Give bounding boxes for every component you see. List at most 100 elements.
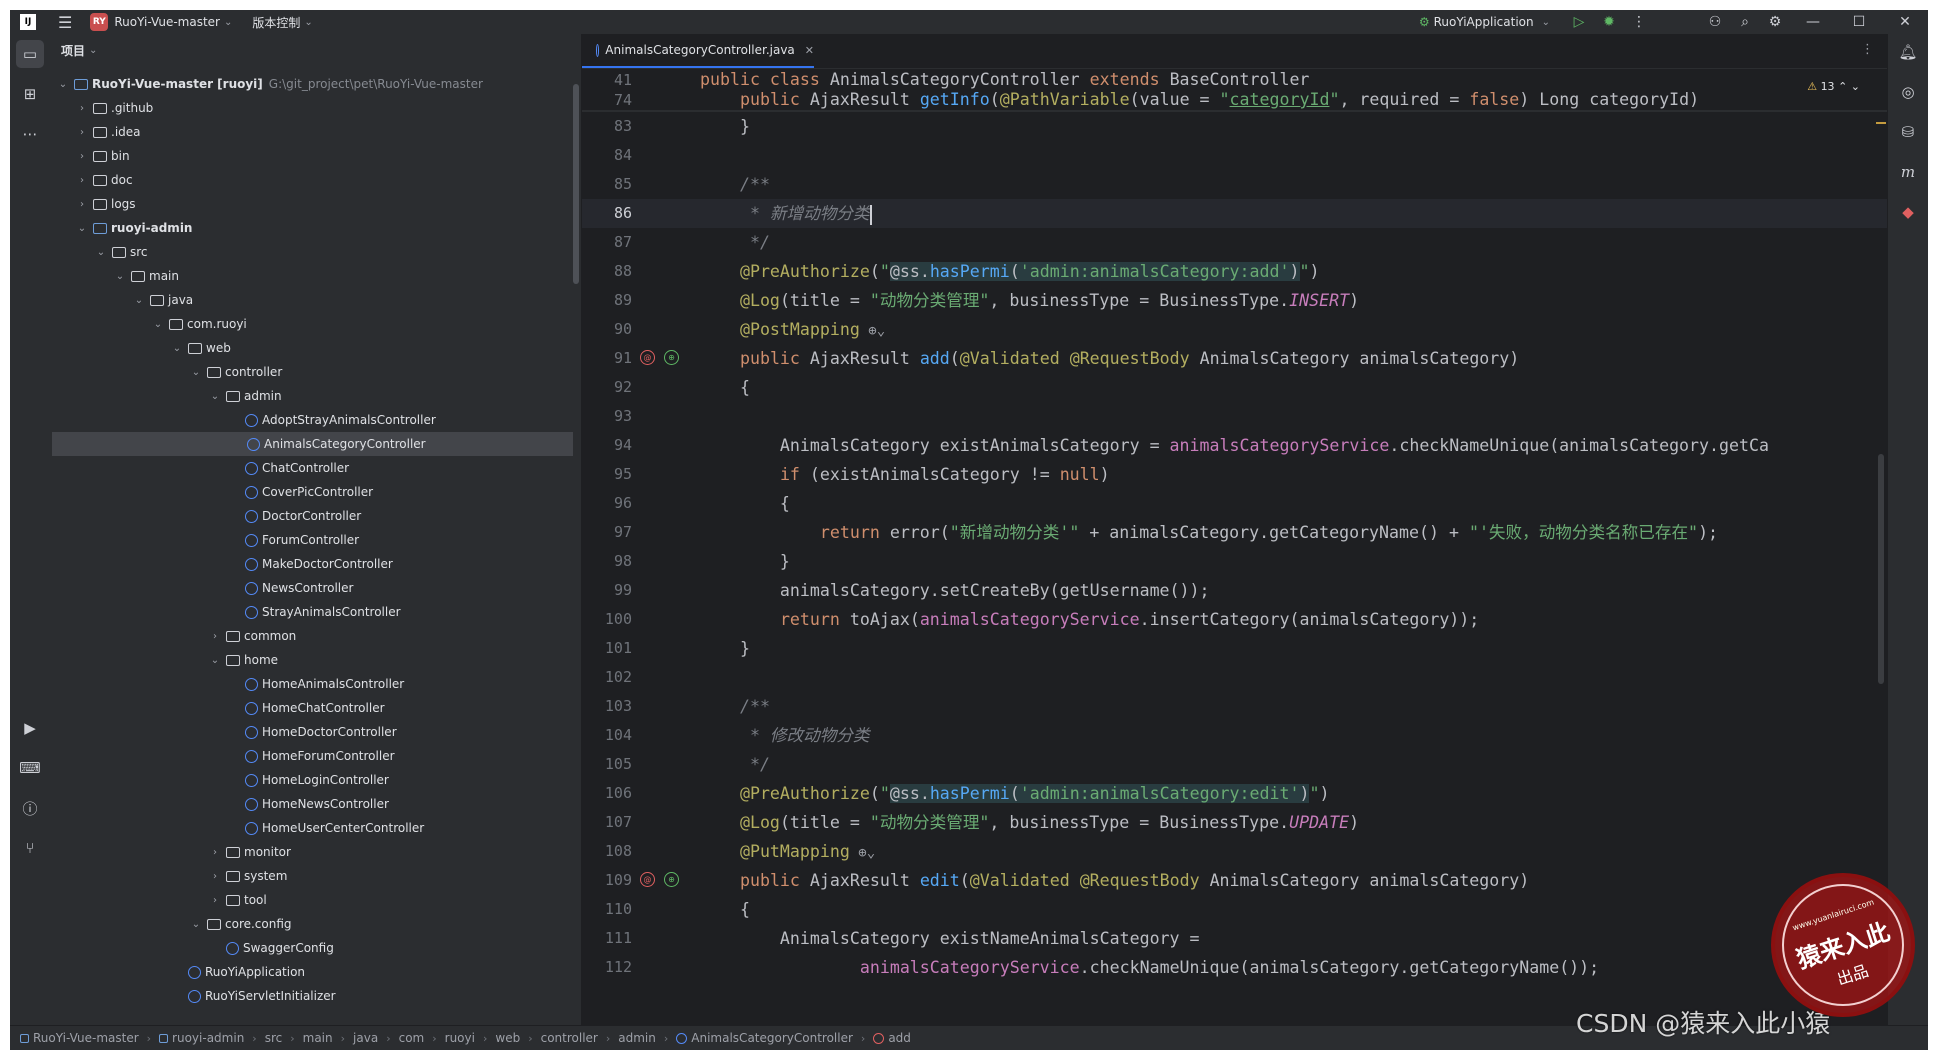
tree-folder-logs[interactable]: › logs: [50, 192, 573, 216]
line-number[interactable]: 87: [582, 228, 632, 257]
line-number[interactable]: 90: [582, 315, 632, 344]
tree-folder-system[interactable]: › system: [50, 864, 573, 888]
line-number[interactable]: 83: [582, 112, 632, 141]
chevron-right-icon[interactable]: ›: [75, 127, 89, 138]
breadcrumb-item[interactable]: ruoyi-admin: [159, 1031, 244, 1045]
chevron-right-icon[interactable]: ›: [75, 103, 89, 114]
code-line[interactable]: 100 return toAjax(animalsCategoryService…: [582, 605, 1888, 634]
line-number[interactable]: 102: [582, 663, 632, 692]
tree-file-adoptstrayanimalscontroller[interactable]: AdoptStrayAnimalsController: [50, 408, 573, 432]
method-mapping-icon[interactable]: @: [640, 350, 655, 365]
code-line[interactable]: 84: [582, 141, 1888, 170]
git-icon[interactable]: ⑂: [16, 834, 44, 862]
chevron-right-icon[interactable]: ›: [75, 175, 89, 186]
settings-icon[interactable]: ⚙: [1760, 14, 1790, 30]
tab-options-icon[interactable]: ⋮: [1861, 42, 1874, 57]
tree-file-homeanimalscontroller[interactable]: HomeAnimalsController: [50, 672, 573, 696]
chevron-down-icon[interactable]: ⌄: [75, 223, 89, 234]
code-line[interactable]: 91 @ ⊕ public AjaxResult add(@Validated @R…: [582, 344, 1888, 373]
terminal-icon[interactable]: ⌨: [16, 754, 44, 782]
line-number[interactable]: 107: [582, 808, 632, 837]
code-line[interactable]: 105 */: [582, 750, 1888, 779]
tree-folder-controller[interactable]: ⌄ controller: [50, 360, 573, 384]
code-line[interactable]: 107 @Log(title = "动物分类管理", businessType …: [582, 808, 1888, 837]
code-line[interactable]: 94 AnimalsCategory existAnimalsCategory …: [582, 431, 1888, 460]
line-number[interactable]: 89: [582, 286, 632, 315]
tree-file-ruoyiservletinitializer[interactable]: RuoYiServletInitializer: [50, 984, 573, 1008]
chevron-down-icon[interactable]: ⌄: [170, 343, 184, 354]
line-number[interactable]: 111: [582, 924, 632, 953]
code-line[interactable]: 89 @Log(title = "动物分类管理", businessType =…: [582, 286, 1888, 315]
line-number[interactable]: 106: [582, 779, 632, 808]
line-number[interactable]: 101: [582, 634, 632, 663]
tree-file-homechatcontroller[interactable]: HomeChatController: [50, 696, 573, 720]
code-line[interactable]: 99 animalsCategory.setCreateBy(getUserna…: [582, 576, 1888, 605]
breadcrumb-item[interactable]: add: [873, 1031, 911, 1045]
line-number[interactable]: 100: [582, 605, 632, 634]
minimize-icon[interactable]: —: [1790, 14, 1836, 30]
line-number[interactable]: 112: [582, 953, 632, 982]
code-line[interactable]: 109 @ ⊕ public AjaxResult edit(@Validated …: [582, 866, 1888, 895]
line-number[interactable]: 110: [582, 895, 632, 924]
tree-file-newscontroller[interactable]: NewsController: [50, 576, 573, 600]
code-line[interactable]: 87 */: [582, 228, 1888, 257]
code-line[interactable]: 92 {: [582, 373, 1888, 402]
debug-icon[interactable]: ✹: [1594, 14, 1624, 30]
code-line[interactable]: 96 {: [582, 489, 1888, 518]
code-line[interactable]: 106 @PreAuthorize("@ss.hasPermi('admin:a…: [582, 779, 1888, 808]
line-number[interactable]: 109: [582, 866, 632, 895]
globe-endpoint-icon[interactable]: ⊕⌄: [860, 323, 885, 339]
line-number[interactable]: 96: [582, 489, 632, 518]
line-number[interactable]: 88: [582, 257, 632, 286]
code-line[interactable]: 108 @PutMapping ⊕⌄: [582, 837, 1888, 866]
project-folder-icon[interactable]: ▭: [16, 40, 44, 68]
tree-folder-home[interactable]: ⌄ home: [50, 648, 573, 672]
tree-folder-src[interactable]: ⌄ src: [50, 240, 573, 264]
tree-folder-web[interactable]: ⌄ web: [50, 336, 573, 360]
tree-file-ruoyiapplication[interactable]: RuoYiApplication: [50, 960, 573, 984]
code-line[interactable]: 90 @PostMapping ⊕⌄: [582, 315, 1888, 344]
line-number[interactable]: 99: [582, 576, 632, 605]
services-icon[interactable]: ▶: [16, 714, 44, 742]
chevron-right-icon[interactable]: ›: [208, 895, 222, 906]
breadcrumb-item[interactable]: java: [353, 1031, 378, 1045]
breadcrumb-item[interactable]: src: [265, 1031, 283, 1045]
tree-file-homeforumcontroller[interactable]: HomeForumController: [50, 744, 573, 768]
code-line[interactable]: 97 return error("新增动物分类'" + animalsCateg…: [582, 518, 1888, 547]
structure-icon[interactable]: ⊞: [16, 80, 44, 108]
main-menu-icon[interactable]: ☰: [58, 13, 72, 32]
tree-folder-ruoyi-admin[interactable]: ⌄ ruoyi-admin: [50, 216, 573, 240]
code-line[interactable]: 98 }: [582, 547, 1888, 576]
chevron-right-icon[interactable]: ›: [208, 847, 222, 858]
code-line[interactable]: 86 * 新增动物分类: [582, 199, 1888, 228]
endpoint-globe-icon[interactable]: ⊕: [664, 872, 679, 887]
close-icon[interactable]: ✕: [1882, 14, 1928, 30]
tree-file-swaggerconfig[interactable]: SwaggerConfig: [50, 936, 573, 960]
code-line[interactable]: 110 {: [582, 895, 1888, 924]
code-line[interactable]: 41 public class AnimalsCategoryController…: [582, 70, 1888, 90]
notifications-icon[interactable]: 🔔︎: [1896, 40, 1920, 64]
chevron-down-icon[interactable]: ⌄: [132, 295, 146, 306]
chevron-down-icon[interactable]: ⌄: [208, 391, 222, 402]
plugin-icon[interactable]: ◆: [1896, 200, 1920, 224]
editor-scrollbar[interactable]: [1878, 454, 1884, 684]
method-mapping-icon[interactable]: @: [640, 872, 655, 887]
tree-folder--idea[interactable]: › .idea: [50, 120, 573, 144]
code-line[interactable]: 112 animalsCategoryService.checkNameUniq…: [582, 953, 1888, 982]
globe-endpoint-icon[interactable]: ⊕⌄: [850, 845, 875, 861]
code-line[interactable]: 74 public AjaxResult getInfo(@PathVariab…: [582, 90, 1888, 110]
search-icon[interactable]: ⌕: [1730, 14, 1760, 30]
line-number[interactable]: 103: [582, 692, 632, 721]
problems-icon[interactable]: ⓘ: [16, 794, 44, 822]
chevron-down-icon[interactable]: ⌄: [113, 271, 127, 282]
line-number[interactable]: 74: [582, 90, 632, 110]
breadcrumb-item[interactable]: ruoyi: [445, 1031, 475, 1045]
tree-folder-bin[interactable]: › bin: [50, 144, 573, 168]
tree-file-strayanimalscontroller[interactable]: StrayAnimalsController: [50, 600, 573, 624]
chevron-down-icon[interactable]: ⌄: [208, 655, 222, 666]
tab-close-icon[interactable]: ✕: [805, 44, 814, 57]
code-line[interactable]: 104 * 修改动物分类: [582, 721, 1888, 750]
chevron-right-icon[interactable]: ›: [208, 871, 222, 882]
chevron-down-icon[interactable]: ⌄: [94, 247, 108, 258]
run-config-selector[interactable]: RuoYiApplication: [1434, 15, 1534, 29]
